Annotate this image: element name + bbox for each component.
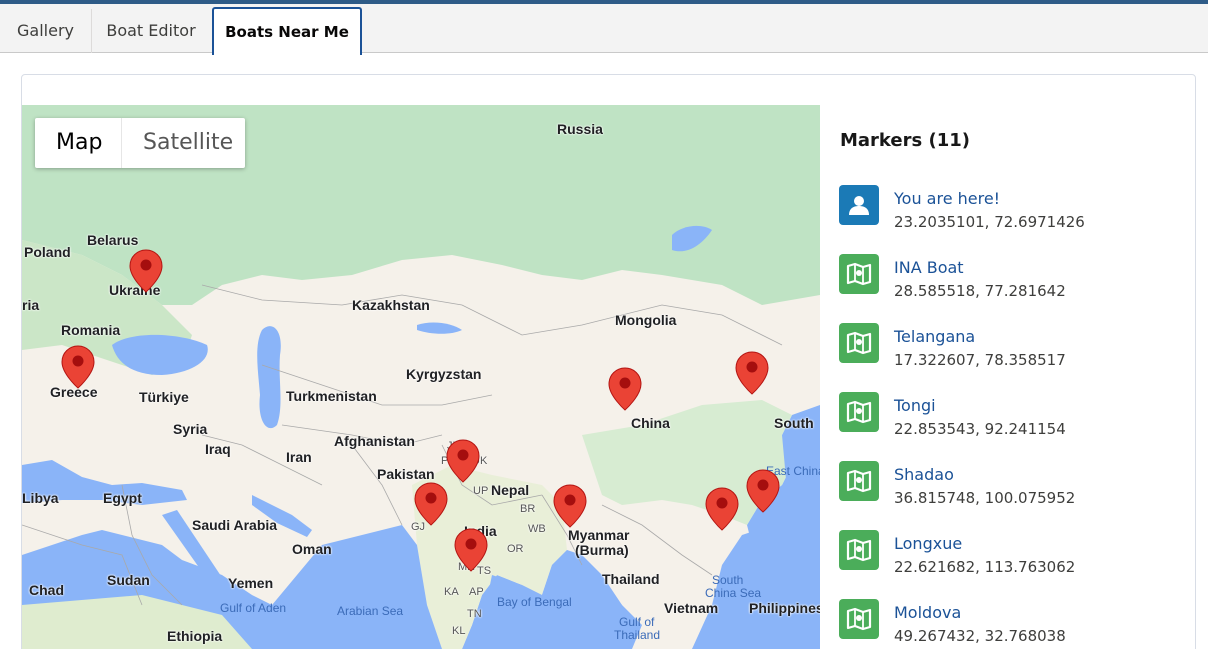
label-east-china-sea: East China [766, 464, 820, 478]
marker-coords: 23.2035101, 72.6971426 [894, 213, 1085, 231]
map-type-control: Map Satellite [35, 118, 245, 168]
label-turkmenistan: Turkmenistan [286, 388, 377, 404]
label-kyrgyzstan: Kyrgyzstan [406, 366, 482, 382]
label-arabian-sea: Arabian Sea [337, 604, 404, 618]
label-sudan: Sudan [107, 572, 150, 588]
label-philippines: Philippines [749, 600, 820, 616]
list-item: Tongi 22.853543, 92.241154 [839, 387, 1189, 456]
label-tn: TN [467, 608, 482, 620]
label-jk: JK [447, 440, 460, 452]
label-yemen: Yemen [228, 575, 274, 591]
label-chad: Chad [29, 582, 64, 598]
label-ethiopia: Ethiopia [167, 628, 223, 644]
map-icon [839, 323, 879, 363]
tab-gallery[interactable]: Gallery [0, 9, 92, 53]
list-item: You are here! 23.2035101, 72.6971426 [839, 180, 1189, 249]
map-icon [839, 254, 879, 294]
label-vietnam: Vietnam [664, 600, 719, 616]
marker-name-link[interactable]: Longxue [894, 534, 962, 553]
marker-coords: 22.621682, 113.763062 [894, 558, 1076, 576]
map-icon [839, 530, 879, 570]
label-saudi-arabia: Saudi Arabia [192, 517, 278, 533]
label-uk: UK [472, 455, 488, 467]
marker-coords: 49.267432, 32.768038 [894, 627, 1066, 645]
label-turkiye: Türkiye [139, 389, 189, 405]
list-item: Shadao 36.815748, 100.075952 [839, 456, 1189, 525]
label-or: OR [507, 543, 524, 555]
list-item: Telangana 17.322607, 78.358517 [839, 318, 1189, 387]
label-india: India [464, 523, 497, 539]
label-china: China [631, 415, 670, 431]
label-egypt: Egypt [103, 490, 142, 506]
map-view[interactable]: Russia Belarus Poland Ukraine ria Kazakh… [22, 105, 820, 649]
label-br: BR [520, 503, 536, 515]
label-myanmar: Myanmar [568, 527, 630, 543]
label-mh: MH [458, 561, 476, 573]
label-ria: ria [22, 297, 40, 313]
list-item: INA Boat 28.585518, 77.281642 [839, 249, 1189, 318]
label-kl: KL [452, 625, 466, 637]
label-ka: KA [444, 586, 459, 598]
label-romania: Romania [61, 322, 121, 338]
label-thailand: Thailand [602, 571, 660, 587]
label-ukraine: Ukraine [109, 282, 161, 298]
list-item: Longxue 22.621682, 113.763062 [839, 525, 1189, 594]
marker-coords: 36.815748, 100.075952 [894, 489, 1076, 507]
tab-bar: Gallery Boat Editor Boats Near Me [0, 4, 1208, 55]
map-type-map-button[interactable]: Map [35, 118, 121, 168]
label-afghanistan: Afghanistan [334, 433, 415, 449]
map-icon [839, 392, 879, 432]
label-iran: Iran [286, 449, 312, 465]
map-icon [839, 461, 879, 501]
label-ap: AP [469, 586, 484, 598]
label-nepal: Nepal [491, 482, 530, 498]
marker-name-link[interactable]: Tongi [894, 396, 936, 415]
marker-coords: 17.322607, 78.358517 [894, 351, 1066, 369]
marker-name-link[interactable]: Moldova [894, 603, 961, 622]
marker-name-link[interactable]: Telangana [894, 327, 975, 346]
map-icon [839, 599, 879, 639]
list-item: Moldova 49.267432, 32.768038 [839, 594, 1189, 649]
label-burma: (Burma) [575, 542, 629, 558]
label-wb: WB [528, 523, 546, 535]
label-gj: GJ [411, 521, 426, 533]
label-bay-of-bengal: Bay of Bengal [497, 595, 572, 609]
label-south: South [774, 415, 814, 431]
marker-coords: 22.853543, 92.241154 [894, 420, 1066, 438]
east-china-sea [782, 425, 820, 545]
label-oman: Oman [292, 541, 332, 557]
label-thailand-gulf: Thailand [614, 628, 661, 642]
user-icon [839, 185, 879, 225]
marker-name-link[interactable]: Shadao [894, 465, 954, 484]
caspian-sea [257, 326, 281, 429]
marker-name-link[interactable]: INA Boat [894, 258, 964, 277]
label-gulf-of-aden: Gulf of Aden [220, 601, 287, 615]
label-south-china-sea-1: South [712, 573, 744, 587]
label-russia: Russia [557, 121, 603, 137]
marker-list: You are here! 23.2035101, 72.6971426 INA… [839, 180, 1189, 649]
label-mongolia: Mongolia [615, 312, 677, 328]
label-up: UP [473, 485, 489, 497]
label-belarus: Belarus [87, 232, 139, 248]
label-south-china-sea-2: China Sea [705, 586, 762, 600]
label-kazakhstan: Kazakhstan [352, 297, 430, 313]
map-type-satellite-button[interactable]: Satellite [121, 118, 245, 168]
label-pb: PB [441, 455, 456, 467]
marker-name-link[interactable]: You are here! [894, 189, 1000, 208]
label-ts: TS [477, 565, 492, 577]
tab-boats-near-me[interactable]: Boats Near Me [212, 7, 362, 55]
label-libya: Libya [22, 490, 59, 506]
markers-title: Markers (11) [840, 130, 970, 151]
label-gulf-of: Gulf of [619, 615, 655, 629]
label-poland: Poland [24, 244, 71, 260]
label-syria: Syria [173, 421, 208, 437]
tab-boat-editor[interactable]: Boat Editor [93, 9, 209, 53]
label-greece: Greece [50, 384, 98, 400]
label-iraq: Iraq [205, 441, 231, 457]
marker-coords: 28.585518, 77.281642 [894, 282, 1066, 300]
label-pakistan: Pakistan [377, 466, 435, 482]
